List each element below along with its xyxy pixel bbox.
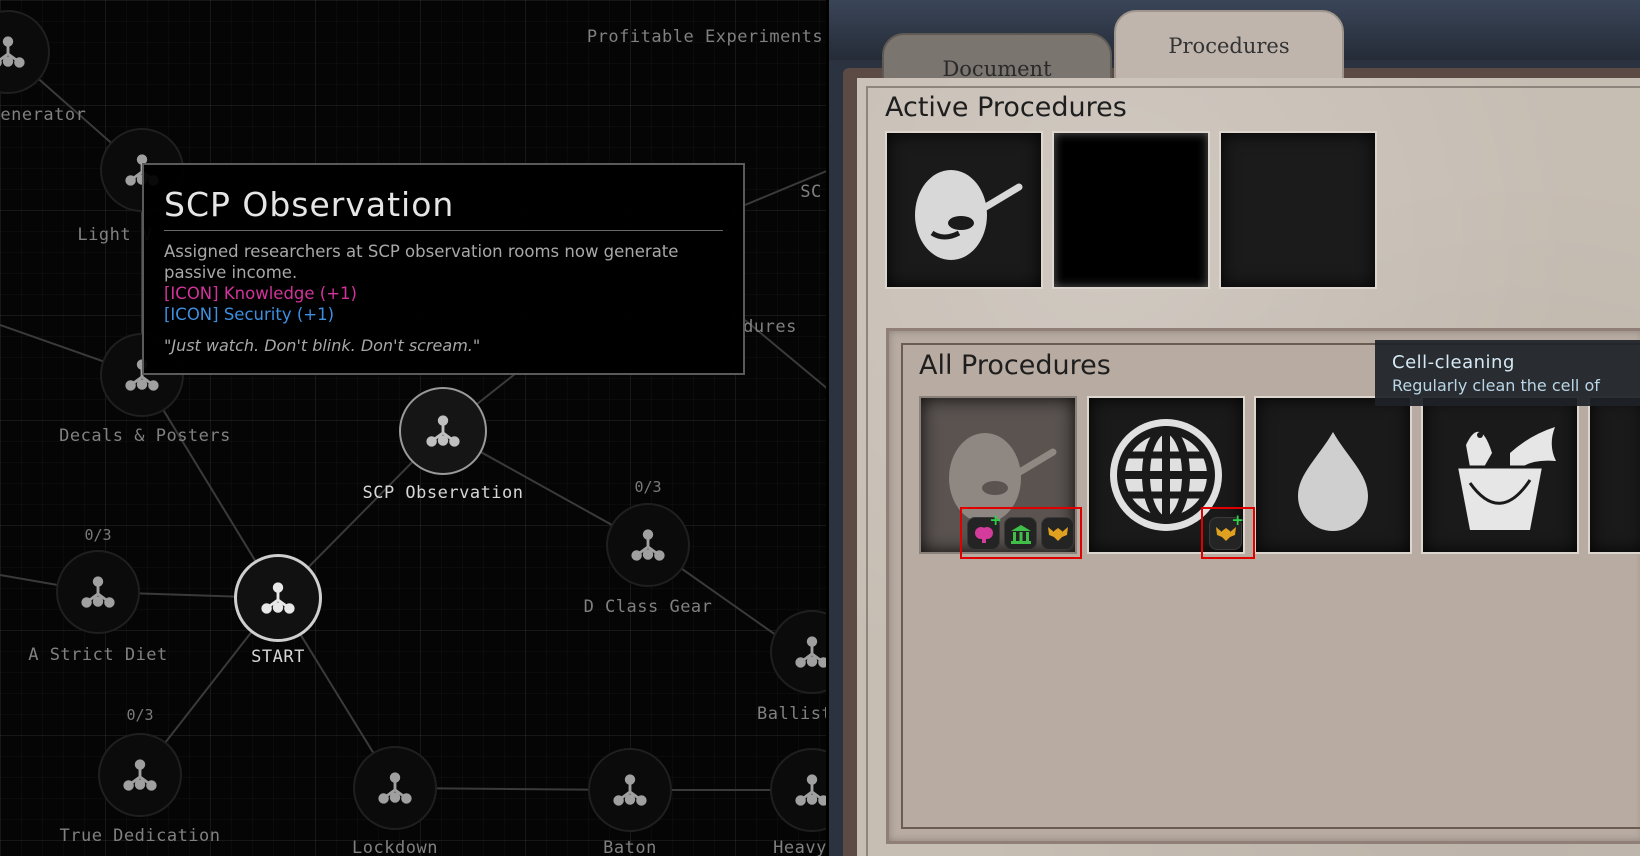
tree-branch-icon [123, 759, 157, 791]
tree-node-label-decals: Decals & Posters [59, 426, 231, 446]
tooltip-description: Assigned researchers at SCP observation … [164, 242, 679, 282]
tooltip-title: SCP Observation [164, 185, 723, 231]
procedure-card-cell-cleaning[interactable] [1421, 396, 1579, 554]
active-procedure-slot-1[interactable] [885, 131, 1043, 289]
all-procedures-title: All Procedures [919, 350, 1111, 381]
cell-cleaning-tooltip-title: Cell-cleaning [1392, 352, 1515, 373]
tree-branch-icon [613, 774, 647, 806]
tab-procedures[interactable]: Procedures [1114, 10, 1344, 86]
tree-branch-icon [631, 529, 665, 561]
tree-node-label-d-class-gear: D Class Gear [583, 597, 713, 617]
tree-node-label-start: START [251, 647, 305, 667]
active-procedure-slot-3[interactable] [1219, 131, 1377, 289]
tree-node-label-heavy: Heavy [773, 838, 827, 856]
tree-branch-icon [0, 36, 25, 68]
tree-branch-icon [795, 774, 829, 806]
tooltip-quote: "Just watch. Don't blink. Don't scream." [164, 336, 481, 355]
cell-cleaning-tooltip: Cell-cleaning Regularly clean the cell o… [1375, 340, 1640, 406]
procedure-card-water[interactable] [1254, 396, 1412, 554]
feeding-icon [915, 170, 1023, 260]
active-procedure-slot-2[interactable] [1052, 131, 1210, 289]
tree-node-label-sc: SC [800, 182, 822, 202]
tree-node-count-true-dedication: 0/3 [126, 706, 154, 724]
tooltip-knowledge-bonus: [ICON] Knowledge (+1) [164, 284, 357, 303]
tree-node-count-strict-diet: 0/3 [84, 526, 112, 544]
tree-node-scp-observation[interactable] [399, 387, 487, 475]
bucket-fish-icon [1458, 427, 1556, 530]
tree-node-d-class-gear[interactable] [606, 503, 690, 587]
water-drop-icon [1298, 432, 1368, 531]
cell-cleaning-tooltip-desc: Regularly clean the cell of [1392, 376, 1600, 395]
tooltip-security-bonus: [ICON] Security (+1) [164, 305, 335, 324]
tree-node-count-d-class-gear: 0/3 [634, 478, 662, 496]
tree-node-label-dures: dures [743, 317, 797, 337]
tree-label-profitable-experiments: Profitable Experiments [586, 27, 824, 47]
tree-node-label-baton: Baton [603, 838, 657, 856]
tech-tree-panel: Generator Profitable Experiments Light V… [0, 0, 829, 856]
tree-branch-icon [261, 582, 295, 614]
tree-node-label-ballistic: Ballisti [757, 704, 829, 724]
tree-node-label-lockdown: Lockdown [352, 838, 438, 856]
tree-node-label-scp-observation: SCP Observation [362, 483, 524, 503]
tree-node-baton[interactable] [588, 748, 672, 832]
highlight-box-feeding-badges [960, 507, 1082, 559]
highlight-box-globe-badge [1201, 507, 1255, 559]
tree-node-lockdown[interactable] [353, 746, 437, 830]
tree-branch-icon [426, 415, 460, 447]
tree-node-strict-diet[interactable] [56, 550, 140, 634]
tree-branch-icon [378, 772, 412, 804]
tree-node-label-strict-diet: A Strict Diet [28, 645, 168, 665]
tree-branch-icon [795, 636, 829, 668]
tree-node-true-dedication[interactable] [98, 733, 182, 817]
tree-node-label-generator: Generator [0, 105, 87, 125]
active-procedures-title: Active Procedures [885, 92, 1127, 123]
scp-observation-tooltip: SCP Observation Assigned researchers at … [142, 163, 745, 375]
tree-branch-icon [81, 576, 115, 608]
tree-node-label-true-dedication: True Dedication [59, 826, 221, 846]
procedure-card-partial[interactable] [1588, 396, 1640, 554]
tree-node-start[interactable] [234, 554, 322, 642]
